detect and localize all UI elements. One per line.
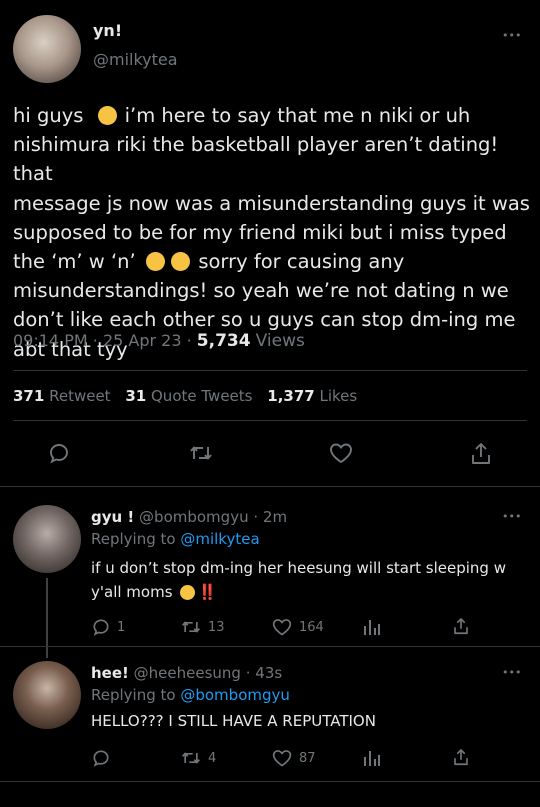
share-button[interactable] (469, 441, 493, 467)
tweet-date[interactable]: 25 Apr 23 (103, 331, 182, 350)
like-count: 164 (299, 619, 324, 635)
views-count: 5,734 (196, 331, 251, 351)
tweet-line: supposed to be for my friend miki but i … (13, 220, 507, 244)
avatar[interactable] (13, 15, 81, 83)
more-options-icon[interactable]: ••• (502, 666, 521, 679)
retweet-icon (182, 752, 200, 764)
retweet-button[interactable]: 4 (180, 748, 216, 768)
display-name[interactable]: hee! (91, 664, 129, 682)
display-name[interactable]: gyu ! (91, 508, 134, 526)
retweet-count: 4 (208, 750, 217, 766)
reply-line: if u don’t stop dm-ing her heesung will … (91, 559, 506, 577)
reply-text: if u don’t stop dm-ing her heesung will … (91, 556, 531, 604)
retweet-label[interactable]: Retweet (49, 387, 110, 405)
like-count: 87 (299, 750, 316, 766)
replying-to-label: Replying to (91, 530, 176, 548)
reply-time[interactable]: 2m (263, 508, 287, 526)
separator-dot: · (186, 331, 192, 350)
tweet-line: the ‘m’ w ‘n’ (13, 250, 136, 274)
share-button[interactable] (452, 747, 470, 768)
quote-count[interactable]: 31 (125, 387, 146, 405)
handle[interactable]: @milkytea (93, 50, 178, 69)
avatar[interactable] (13, 661, 81, 729)
mention-link[interactable]: @milkytea (180, 530, 259, 548)
hand-over-mouth-emoji-icon (180, 585, 196, 600)
tweet-meta: 09:14 PM · 25 Apr 23 · 5,734 Views (13, 331, 305, 351)
tweet-line: hi guys (13, 104, 84, 127)
grin-emoji-icon (97, 106, 117, 125)
divider (0, 486, 540, 487)
replying-to: Replying to @bombomgyu (91, 686, 290, 704)
retweet-count: 13 (208, 619, 225, 635)
heart-icon (330, 443, 352, 464)
reply-button[interactable] (47, 441, 71, 465)
like-button[interactable]: 87 (271, 748, 316, 768)
reply-count: 1 (117, 619, 126, 635)
like-button[interactable] (328, 441, 354, 465)
separator-dot: · (92, 331, 98, 350)
share-icon (454, 749, 468, 766)
retweet-count[interactable]: 371 (13, 387, 44, 405)
divider (13, 370, 527, 371)
more-options-icon[interactable]: ••• (502, 510, 521, 523)
divider (0, 646, 540, 647)
quote-label[interactable]: Quote Tweets (151, 387, 252, 405)
heart-icon (272, 750, 292, 767)
reply-button[interactable]: 1 (91, 617, 125, 637)
heart-icon (272, 619, 292, 636)
reply-icon (50, 444, 68, 464)
share-icon (472, 443, 490, 464)
share-icon (454, 618, 468, 635)
separator-dot: · (253, 508, 259, 526)
analytics-icon (364, 751, 380, 766)
more-options-icon[interactable]: ••• (502, 29, 521, 42)
analytics-button[interactable] (362, 617, 382, 637)
share-button[interactable] (452, 616, 470, 637)
separator-dot: · (245, 664, 251, 682)
retweet-icon (182, 621, 200, 633)
tweet-line: message js now was a misunderstanding gu… (13, 191, 530, 215)
analytics-button[interactable] (362, 748, 382, 768)
replying-to-label: Replying to (91, 686, 176, 704)
display-name[interactable]: yn! (93, 21, 122, 40)
reply-text: HELLO??? I STILL HAVE A REPUTATION (91, 712, 376, 730)
tweet-line: sorry for causing any (198, 250, 405, 274)
like-button[interactable]: 164 (271, 617, 324, 637)
engagement-stats: 371 Retweet 31 Quote Tweets 1,377 Likes (13, 387, 357, 405)
double-exclamation-icon: ‼️ (198, 583, 217, 601)
mention-link[interactable]: @bombomgyu (180, 686, 290, 704)
handle[interactable]: @bombomgyu (139, 508, 249, 526)
reply-header: gyu ! @bombomgyu · 2m (91, 508, 287, 526)
tweet-text: hi guys i’m here to say that me n niki o… (13, 101, 533, 364)
pensive-emoji-icon (145, 252, 165, 272)
tweet-line: nishimura riki the basketball player are… (13, 133, 499, 186)
likes-count[interactable]: 1,377 (267, 387, 314, 405)
retweet-button[interactable] (188, 441, 214, 465)
handle[interactable]: @heeheesung (134, 664, 241, 682)
tweet-line: i’m here to say that me n niki or uh (124, 104, 471, 127)
analytics-icon (364, 620, 380, 635)
reply-button[interactable] (91, 748, 111, 768)
likes-label[interactable]: Likes (320, 387, 358, 405)
tweet-line: misunderstandings! so yeah we’re not dat… (13, 279, 509, 303)
avatar[interactable] (13, 505, 81, 573)
views-label: Views (255, 331, 305, 351)
replying-to: Replying to @milkytea (91, 530, 260, 548)
pensive-emoji-icon (171, 252, 191, 272)
reply-icon (93, 750, 109, 767)
reply-icon (93, 619, 109, 636)
retweet-icon (190, 446, 212, 460)
reply-header: hee! @heeheesung · 43s (91, 664, 282, 682)
reply-line: y'all moms (91, 583, 173, 601)
tweet-time[interactable]: 09:14 PM (13, 331, 88, 350)
divider (0, 781, 540, 782)
reply-time[interactable]: 43s (255, 664, 282, 682)
retweet-button[interactable]: 13 (180, 617, 225, 637)
divider (13, 420, 527, 421)
